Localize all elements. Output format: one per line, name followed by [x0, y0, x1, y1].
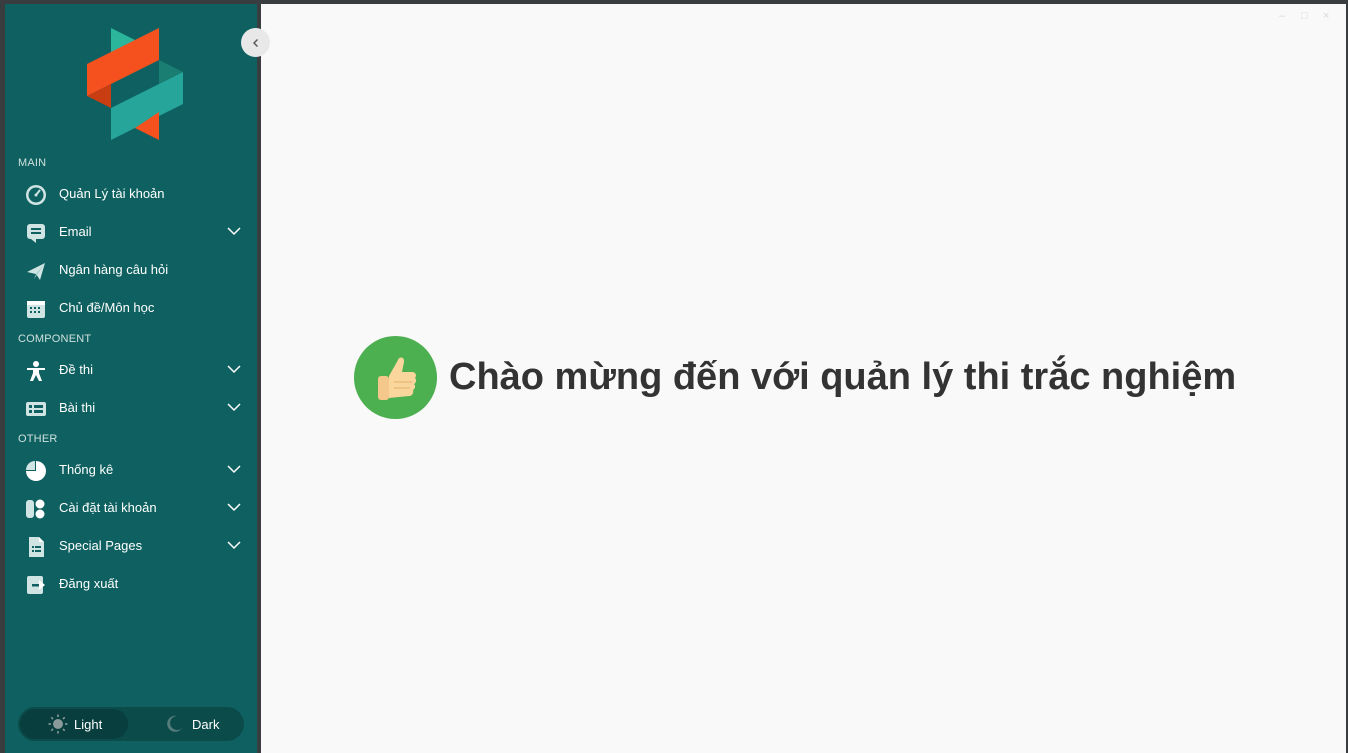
- sidebar-item-account-settings[interactable]: Cài đặt tài khoản: [5, 489, 257, 527]
- sidebar-item-subjects[interactable]: Chủ đề/Môn học: [5, 289, 257, 327]
- minimize-icon[interactable]: –: [1279, 10, 1285, 22]
- chevron-left-icon: [252, 38, 258, 47]
- sidebar-item-label: Đăng xuất: [59, 576, 119, 591]
- dashboard-icon: [26, 185, 46, 205]
- sidebar-item-logout[interactable]: Đăng xuất: [5, 565, 257, 603]
- theme-light-option[interactable]: Light: [20, 709, 128, 739]
- section-component-label: COMPONENT: [18, 333, 92, 345]
- theme-toggle[interactable]: Light Dark: [18, 707, 244, 741]
- thumbs-up-badge: [354, 336, 437, 419]
- paper-plane-icon: [27, 263, 45, 280]
- chevron-down-icon[interactable]: [227, 364, 241, 374]
- main-content: – □ × Chào mừng đến với quản lý thi trắc…: [261, 4, 1346, 753]
- app-logo: [87, 28, 183, 140]
- sidebar-item-question-bank[interactable]: Ngân hàng câu hỏi: [5, 251, 257, 289]
- pie-chart-icon: [26, 461, 46, 481]
- sidebar-item-label: Đề thi: [59, 362, 93, 377]
- logout-icon: [27, 576, 45, 594]
- close-icon[interactable]: ×: [1323, 10, 1329, 22]
- welcome-title: Chào mừng đến với quản lý thi trắc nghiệ…: [449, 356, 1237, 398]
- apps-icon: [26, 499, 45, 519]
- theme-light-label: Light: [74, 717, 103, 732]
- sidebar-item-label: Ngân hàng câu hỏi: [59, 262, 169, 277]
- sidebar-item-statistics[interactable]: Thống kê: [5, 451, 257, 489]
- sidebar-item-label: Thống kê: [59, 462, 114, 477]
- sidebar-item-label: Cài đặt tài khoản: [59, 500, 157, 515]
- sidebar-item-label: Special Pages: [59, 538, 143, 553]
- sidebar-item-tests[interactable]: Bài thi: [5, 389, 257, 427]
- theme-dark-label: Dark: [192, 717, 220, 732]
- sidebar-item-label: Email: [59, 224, 92, 239]
- chevron-down-icon[interactable]: [227, 402, 241, 412]
- sidebar-item-account-management[interactable]: Quản Lý tài khoản: [5, 175, 257, 213]
- sidebar-item-label: Quản Lý tài khoản: [59, 186, 165, 201]
- list-icon: [26, 402, 46, 416]
- theme-dark-option[interactable]: Dark: [130, 709, 242, 739]
- sun-icon: [48, 714, 68, 734]
- email-icon: [27, 224, 45, 243]
- sidebar-collapse-button[interactable]: [241, 28, 270, 57]
- sidebar-item-label: Chủ đề/Môn học: [59, 300, 155, 315]
- section-main-label: MAIN: [18, 157, 47, 169]
- person-icon: [27, 361, 45, 381]
- chevron-down-icon[interactable]: [227, 464, 241, 474]
- sidebar-item-special-pages[interactable]: Special Pages: [5, 527, 257, 565]
- calendar-icon: [27, 301, 45, 318]
- chevron-down-icon[interactable]: [227, 540, 241, 550]
- moon-icon: [167, 715, 182, 732]
- sidebar-item-exams[interactable]: Đề thi: [5, 351, 257, 389]
- welcome-banner: Chào mừng đến với quản lý thi trắc nghiệ…: [354, 336, 1236, 419]
- section-other-label: OTHER: [18, 433, 58, 445]
- sidebar: MAIN Quản Lý tài khoản Email Ngân hàng c…: [5, 4, 257, 753]
- sidebar-item-label: Bài thi: [59, 400, 96, 415]
- chevron-down-icon[interactable]: [227, 502, 241, 512]
- document-icon: [29, 537, 44, 557]
- thumbs-up-icon: [377, 357, 416, 400]
- sidebar-item-email[interactable]: Email: [5, 213, 257, 251]
- app-window: MAIN Quản Lý tài khoản Email Ngân hàng c…: [0, 0, 1348, 753]
- chevron-down-icon[interactable]: [227, 226, 241, 236]
- maximize-icon[interactable]: □: [1301, 10, 1308, 22]
